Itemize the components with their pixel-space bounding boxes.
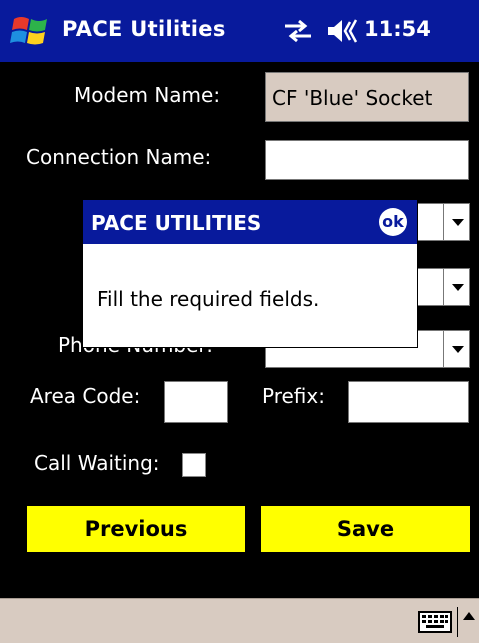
app-title: PACE Utilities <box>62 17 226 41</box>
separator <box>457 607 458 637</box>
modem-name-label: Modem Name: <box>74 83 221 107</box>
menu-bar <box>0 598 479 643</box>
call-waiting-checkbox[interactable] <box>182 453 206 477</box>
keyboard-icon[interactable] <box>418 611 452 633</box>
area-code-input[interactable] <box>164 381 228 423</box>
title-bar: PACE Utilities 11:54 <box>0 0 479 62</box>
modem-name-field: CF 'Blue' Socket <box>265 72 469 122</box>
dialog-message: Fill the required fields. <box>97 287 320 311</box>
save-button[interactable]: Save <box>261 506 470 552</box>
ok-button[interactable]: ok <box>379 208 407 236</box>
connectivity-icon[interactable] <box>282 18 314 44</box>
dialog-title: PACE UTILITIES <box>91 211 262 235</box>
prefix-input[interactable] <box>348 381 469 423</box>
dropdown-2[interactable] <box>415 268 470 306</box>
chevron-down-icon[interactable] <box>443 331 469 367</box>
connection-name-input[interactable] <box>265 140 469 180</box>
windows-flag-icon[interactable] <box>10 11 54 51</box>
speaker-icon[interactable] <box>326 17 362 45</box>
dialog-header: PACE UTILITIES ok <box>83 200 417 244</box>
area-code-label: Area Code: <box>30 384 141 408</box>
connection-name-label: Connection Name: <box>26 145 212 169</box>
chevron-up-icon[interactable] <box>463 612 475 620</box>
chevron-down-icon[interactable] <box>443 269 469 305</box>
call-waiting-label: Call Waiting: <box>34 451 160 475</box>
message-dialog: PACE UTILITIES ok Fill the required fiel… <box>82 199 418 348</box>
prefix-label: Prefix: <box>262 384 325 408</box>
dropdown-1[interactable] <box>415 203 470 241</box>
modem-name-value: CF 'Blue' Socket <box>272 86 433 110</box>
clock[interactable]: 11:54 <box>364 17 431 41</box>
previous-button[interactable]: Previous <box>27 506 245 552</box>
chevron-down-icon[interactable] <box>443 204 469 240</box>
